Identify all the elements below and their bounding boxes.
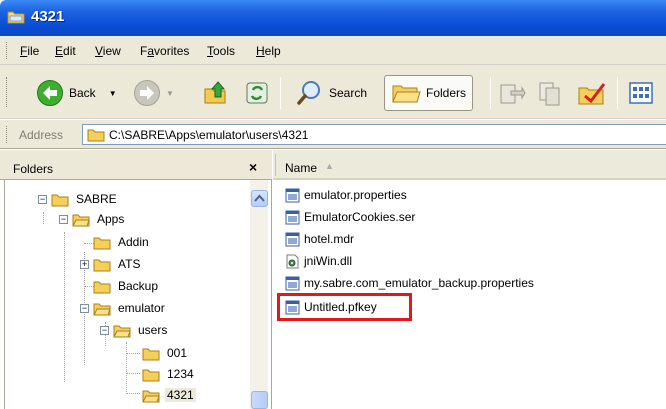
folder-icon (93, 237, 111, 249)
folder-icon (93, 259, 111, 271)
tree-node-backup[interactable]: Backup (93, 276, 160, 296)
menu-view[interactable]: View (95, 44, 121, 58)
menu-bar: File Edit View Favorites Tools Help (0, 36, 666, 65)
folders-pane-title: Folders (13, 162, 54, 176)
tree-node-sabre[interactable]: − SABRE (38, 189, 119, 209)
address-field[interactable]: C:\SABRE\Apps\emulator\users\4321 (82, 124, 666, 145)
search-icon (297, 81, 320, 105)
forward-button[interactable]: ▼ (133, 75, 174, 111)
open-folder-icon (72, 214, 90, 226)
tree-node-addin[interactable]: Addin (93, 232, 151, 252)
menu-file[interactable]: File (20, 44, 39, 58)
folder-icon (51, 194, 69, 206)
new-folder-icon (578, 83, 606, 105)
menu-grip[interactable] (6, 42, 9, 59)
open-folder-icon (93, 303, 111, 315)
tree-node-1234[interactable]: 1234 (142, 364, 196, 384)
folders-scrollbar[interactable] (250, 180, 268, 409)
toolbar-separator (280, 77, 281, 109)
standard-toolbar: Back ▼ ▼ Search Folders (0, 65, 666, 119)
new-folder-button[interactable] (577, 75, 607, 111)
folders-pane: Folders × − SABRE − Apps Addin + ATS Bac… (0, 150, 272, 409)
copy-to-icon (539, 82, 560, 106)
window-title: 4321 (31, 8, 65, 25)
name-column-header[interactable]: Name (285, 161, 317, 175)
folders-icon (392, 85, 421, 103)
properties-file-icon (285, 188, 300, 202)
menu-help[interactable]: Help (256, 44, 281, 58)
title-bar[interactable]: 4321 (0, 0, 666, 36)
file-row-emulatorcookies-ser[interactable]: EmulatorCookies.ser (285, 207, 415, 227)
sort-ascending-icon: ▲ (325, 161, 334, 171)
file-row-backup-properties[interactable]: my.sabre.com_emulator_backup.properties (285, 273, 534, 293)
ser-file-icon (285, 210, 300, 224)
toolbar-separator (490, 77, 491, 109)
folder-icon (142, 348, 160, 360)
toolbar-grip[interactable] (6, 77, 9, 107)
forward-arrow-icon (134, 80, 160, 106)
folder-window-icon (7, 11, 25, 24)
dll-file-icon (286, 254, 299, 268)
tree-node-emulator[interactable]: − emulator (80, 298, 167, 318)
tree-node-apps[interactable]: − Apps (59, 209, 126, 229)
open-folder-icon (113, 325, 131, 337)
collapse-icon[interactable]: − (80, 303, 89, 313)
highlight-annotation (277, 293, 412, 321)
expand-icon[interactable]: + (80, 259, 89, 269)
collapse-icon[interactable]: − (38, 194, 47, 204)
close-icon[interactable]: × (249, 159, 257, 175)
column-separator (275, 154, 276, 176)
address-path: C:\SABRE\Apps\emulator\users\4321 (109, 128, 309, 142)
chevron-up-icon (254, 194, 265, 202)
sync-icon (246, 82, 268, 104)
pane-edge (4, 180, 5, 409)
up-folder-button[interactable] (203, 75, 229, 111)
views-button[interactable] (628, 75, 654, 111)
move-to-button[interactable] (498, 75, 526, 111)
file-row-jniwin-dll[interactable]: jniWin.dll (285, 251, 352, 271)
sync-button[interactable] (245, 75, 269, 111)
search-button[interactable]: Search (296, 75, 367, 111)
views-icon (629, 82, 653, 104)
scroll-up-button[interactable] (251, 190, 268, 207)
tree-node-4321[interactable]: 4321 (142, 385, 196, 405)
menu-favorites[interactable]: Favorites (140, 44, 189, 58)
folder-icon (142, 369, 160, 381)
tree-node-users[interactable]: − users (100, 320, 169, 340)
scroll-thumb[interactable] (251, 391, 268, 409)
address-label: Address (19, 128, 64, 142)
address-bar: Address C:\SABRE\Apps\emulator\users\432… (0, 120, 666, 149)
back-dropdown-icon[interactable]: ▼ (109, 89, 117, 98)
files-pane: Name ▲ emulator.properties EmulatorCooki… (273, 150, 666, 409)
files-column-header[interactable]: Name ▲ (273, 150, 666, 180)
file-row-hotel-mdr[interactable]: hotel.mdr (285, 229, 354, 249)
back-button[interactable]: Back ▼ (36, 75, 117, 111)
copy-to-button[interactable] (537, 75, 565, 111)
address-grip[interactable] (6, 126, 9, 143)
folders-pane-header: Folders × (0, 150, 272, 180)
up-folder-icon (204, 81, 226, 104)
back-arrow-icon (37, 80, 63, 106)
mdr-file-icon (285, 232, 300, 246)
collapse-icon[interactable]: − (59, 214, 68, 224)
collapse-icon[interactable]: − (100, 325, 109, 335)
open-folder-icon (142, 390, 160, 402)
move-to-icon (500, 84, 526, 104)
menu-edit[interactable]: Edit (55, 44, 76, 58)
folders-button[interactable]: Folders (384, 75, 474, 111)
tree-node-ats[interactable]: + ATS (80, 254, 142, 274)
properties-file-icon (285, 276, 300, 290)
menu-tools[interactable]: Tools (207, 44, 235, 58)
forward-dropdown-icon[interactable]: ▼ (166, 89, 174, 98)
folder-icon (93, 281, 111, 293)
folder-icon (87, 129, 105, 142)
toolbar-separator (617, 77, 618, 109)
tree-node-001[interactable]: 001 (142, 343, 189, 363)
file-row-emulator-properties[interactable]: emulator.properties (285, 185, 407, 205)
